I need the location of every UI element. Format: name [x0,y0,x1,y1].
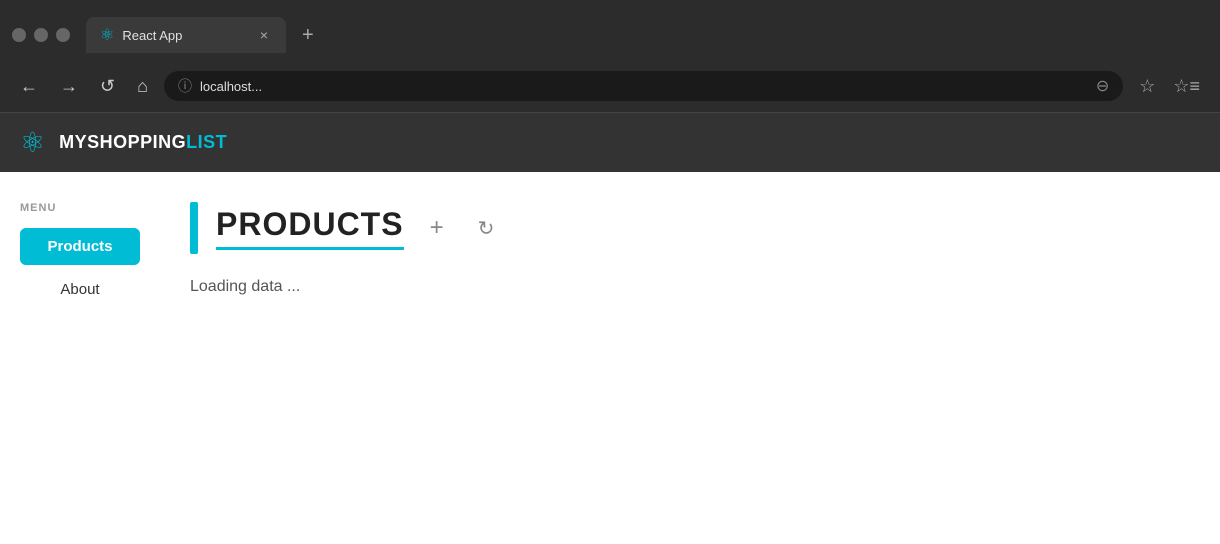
address-bar[interactable]: ⓘ localhost... ⊖ [164,71,1123,101]
forward-button[interactable]: → [54,72,84,101]
refresh-button[interactable]: ↻ [470,212,503,245]
bookmarks-button[interactable]: ☆≡ [1167,72,1206,101]
sidebar-item-products[interactable]: Products [20,228,140,265]
app-title-list: LIST [186,132,227,152]
tabs-area: ⚛ React App × + [86,17,1208,53]
add-product-button[interactable]: + [422,210,452,246]
new-tab-button[interactable]: + [294,20,322,51]
browser-tab[interactable]: ⚛ React App × [86,17,286,53]
sidebar-item-about[interactable]: About [20,273,140,306]
nav-bar: ← → ↺ ⌂ ⓘ localhost... ⊖ ☆ ☆≡ [0,60,1220,112]
reload-button[interactable]: ↺ [94,72,121,101]
back-button[interactable]: ← [14,72,44,101]
app-title-shopping: SHOPPING [87,132,186,152]
menu-label: MENU [20,202,140,214]
minimize-traffic-light[interactable] [34,28,48,42]
tab-title: React App [122,28,247,43]
tab-favicon-icon: ⚛ [100,25,114,45]
close-traffic-light[interactable] [12,28,26,42]
app-header: ⚛ MYSHOPPINGLIST [0,112,1220,172]
nav-actions: ☆ ☆≡ [1133,72,1206,101]
page-heading-row: PRODUCTS + ↻ [190,202,1190,254]
title-bar: ⚛ React App × + [0,0,1220,60]
page-heading-bar [190,202,198,254]
app-title-my: MY [59,132,87,152]
tab-close-button[interactable]: × [256,25,272,45]
loading-text: Loading data ... [190,278,1190,296]
page-content: MENU Products About PRODUCTS + ↻ Loading… [0,172,1220,472]
browser-chrome: ⚛ React App × + ← → ↺ ⌂ ⓘ localhost... ⊖… [0,0,1220,112]
maximize-traffic-light[interactable] [56,28,70,42]
home-button[interactable]: ⌂ [131,72,154,101]
address-text: localhost... [200,79,1088,94]
bookmark-button[interactable]: ☆ [1133,72,1161,101]
app-logo-icon: ⚛ [20,126,45,159]
sidebar: MENU Products About [0,202,160,472]
page-title: PRODUCTS [216,206,404,250]
app-title: MYSHOPPINGLIST [59,132,227,153]
address-info-icon: ⓘ [178,76,192,96]
zoom-icon: ⊖ [1096,76,1109,96]
main-content: PRODUCTS + ↻ Loading data ... [160,202,1220,472]
traffic-lights [12,28,70,42]
